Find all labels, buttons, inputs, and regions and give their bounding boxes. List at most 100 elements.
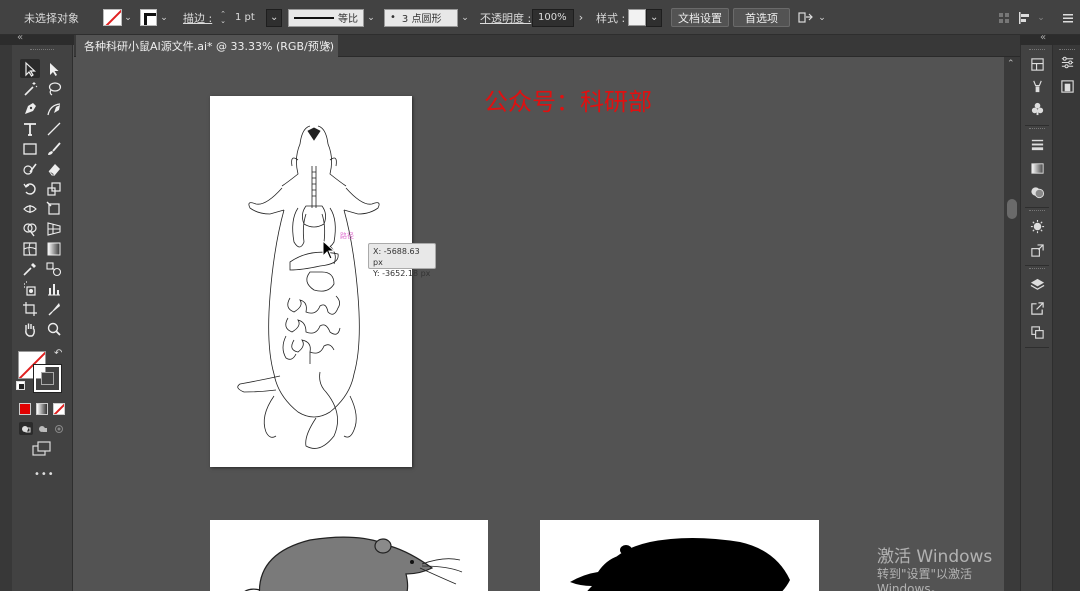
- stroke-weight-field[interactable]: 1 pt: [230, 0, 266, 35]
- dock-grip[interactable]: [1029, 128, 1045, 130]
- fill-dropdown[interactable]: ⌄: [121, 0, 135, 35]
- libraries-icon[interactable]: [1028, 55, 1046, 73]
- type-tool-icon[interactable]: [20, 119, 40, 138]
- edit-toolbar-icon[interactable]: •••: [34, 469, 55, 480]
- curvature-tool-icon[interactable]: [44, 99, 64, 118]
- magic-wand-tool-icon[interactable]: [20, 79, 40, 98]
- variable-width-profile[interactable]: 等比: [288, 0, 364, 35]
- profile-dropdown[interactable]: ⌄: [364, 0, 378, 35]
- dock-grip[interactable]: [1029, 49, 1045, 51]
- stroke-swatch[interactable]: [140, 0, 157, 35]
- free-transform-tool-icon[interactable]: [44, 199, 64, 218]
- dock-grip[interactable]: [1059, 49, 1075, 51]
- perspective-grid-tool-icon[interactable]: [44, 219, 64, 238]
- default-colors-icon[interactable]: [16, 381, 25, 390]
- draw-behind-icon[interactable]: [36, 422, 50, 435]
- direct-selection-tool-icon[interactable]: [44, 59, 64, 78]
- zoom-tool-icon[interactable]: [44, 319, 64, 338]
- width-tool-icon[interactable]: [20, 199, 40, 218]
- artboard-tool-icon[interactable]: [20, 299, 40, 318]
- preferences-button[interactable]: 首选项: [733, 0, 790, 35]
- properties-icon[interactable]: [1058, 53, 1076, 71]
- chevron-down-icon: ⌄: [160, 12, 168, 23]
- stroke-dropdown[interactable]: ⌄: [157, 0, 171, 35]
- column-graph-tool-icon[interactable]: [44, 279, 64, 298]
- layers-icon[interactable]: [1028, 275, 1046, 293]
- gradient-panel-icon[interactable]: [1028, 159, 1046, 177]
- stroke-weight-stepper[interactable]: ⌃ ⌄: [218, 0, 228, 35]
- draw-normal-icon[interactable]: [19, 422, 33, 435]
- color-mode-icon[interactable]: [19, 403, 31, 415]
- brush-definition[interactable]: • 3 点圆形: [384, 0, 458, 35]
- panel-dock-secondary: [1052, 45, 1080, 591]
- stroke-panel-icon[interactable]: [1028, 135, 1046, 153]
- asset-export-icon[interactable]: [1028, 241, 1046, 259]
- rotate-tool-icon[interactable]: [20, 179, 40, 198]
- shaper-tool-icon[interactable]: [20, 159, 40, 178]
- eraser-tool-icon[interactable]: [44, 159, 64, 178]
- symbols-icon[interactable]: [1028, 99, 1046, 117]
- document-tab[interactable]: 各种科研小鼠AI源文件.ai* @ 33.33% (RGB/预览) ×: [76, 35, 338, 57]
- gradient-mode-icon[interactable]: [36, 403, 48, 415]
- hand-tool-icon[interactable]: [20, 319, 40, 338]
- brush-dropdown[interactable]: ⌄: [458, 0, 472, 35]
- none-mode-icon[interactable]: [53, 403, 65, 415]
- paintbrush-tool-icon[interactable]: [44, 139, 64, 158]
- artboards-icon[interactable]: [1028, 323, 1046, 341]
- toolbar-collapse-bar[interactable]: «: [0, 32, 74, 45]
- pen-tool-icon[interactable]: [20, 99, 40, 118]
- draw-inside-icon[interactable]: [52, 422, 66, 435]
- activate-windows-subtitle: 转到"设置"以激活 Windows。: [877, 567, 973, 591]
- gradient-tool-icon[interactable]: [44, 239, 64, 258]
- graphic-style-swatch[interactable]: [628, 0, 646, 35]
- symbol-sprayer-tool-icon[interactable]: [20, 279, 40, 298]
- opacity-field[interactable]: 100%: [532, 0, 574, 35]
- artboard-mouse-anatomy[interactable]: 路径: [210, 96, 412, 467]
- close-icon[interactable]: ×: [323, 39, 332, 52]
- arrange-documents-icon[interactable]: [798, 0, 814, 35]
- panel-collapse-bar[interactable]: «: [1020, 32, 1080, 45]
- scale-tool-icon[interactable]: [44, 179, 64, 198]
- eyedropper-tool-icon[interactable]: [20, 259, 40, 278]
- artboard-gray-mouse[interactable]: [210, 520, 488, 591]
- panel-menu-icon[interactable]: [1062, 0, 1074, 35]
- toolbar-grip[interactable]: [30, 49, 54, 51]
- collapse-right-icon[interactable]: «: [1040, 32, 1046, 43]
- align-dropdown[interactable]: ⌄: [1034, 0, 1048, 35]
- brushes-icon[interactable]: [1028, 77, 1046, 95]
- arrange-dropdown[interactable]: ⌄: [815, 0, 829, 35]
- collapse-left-icon[interactable]: «: [17, 32, 23, 43]
- scrollbar-thumb[interactable]: [1007, 199, 1017, 219]
- canvas[interactable]: 路径 公众号：科研部 X: -5688.63 px Y: -3652.18 px…: [74, 57, 1004, 591]
- links-icon[interactable]: [1058, 77, 1076, 95]
- opacity-label[interactable]: 不透明度 :: [480, 0, 531, 35]
- blend-tool-icon[interactable]: [44, 259, 64, 278]
- opacity-expand[interactable]: ›: [574, 0, 588, 35]
- swap-fill-stroke-icon[interactable]: ↶: [54, 348, 62, 359]
- document-setup-button[interactable]: 文档设置: [671, 0, 729, 35]
- fill-swatch[interactable]: [103, 0, 122, 35]
- stroke-label[interactable]: 描边 :: [183, 0, 212, 35]
- dock-grip[interactable]: [1029, 210, 1045, 212]
- stepper-arrows-icon: ⌃ ⌄: [220, 9, 226, 25]
- dock-grip[interactable]: [1029, 268, 1045, 270]
- cursor-arrow-icon: [322, 240, 336, 260]
- slice-tool-icon[interactable]: [44, 299, 64, 318]
- align-left-icon[interactable]: [1018, 0, 1032, 35]
- scroll-up-icon[interactable]: ⌃: [1007, 59, 1015, 69]
- vertical-scrollbar[interactable]: ⌃: [1004, 57, 1020, 591]
- lasso-tool-icon[interactable]: [44, 79, 64, 98]
- shape-builder-tool-icon[interactable]: [20, 219, 40, 238]
- align-grid-icon[interactable]: [998, 0, 1010, 35]
- selection-tool-icon[interactable]: [20, 59, 40, 78]
- rectangle-tool-icon[interactable]: [20, 139, 40, 158]
- mesh-tool-icon[interactable]: [20, 239, 40, 258]
- appearance-icon[interactable]: [1028, 217, 1046, 235]
- style-dropdown[interactable]: ⌄: [646, 0, 662, 35]
- screen-mode-icon[interactable]: [32, 441, 52, 460]
- transparency-panel-icon[interactable]: [1028, 183, 1046, 201]
- line-segment-tool-icon[interactable]: [44, 119, 64, 138]
- export-icon[interactable]: [1028, 299, 1046, 317]
- stroke-weight-dropdown[interactable]: ⌄: [266, 0, 282, 35]
- artboard-black-mouse[interactable]: [540, 520, 819, 591]
